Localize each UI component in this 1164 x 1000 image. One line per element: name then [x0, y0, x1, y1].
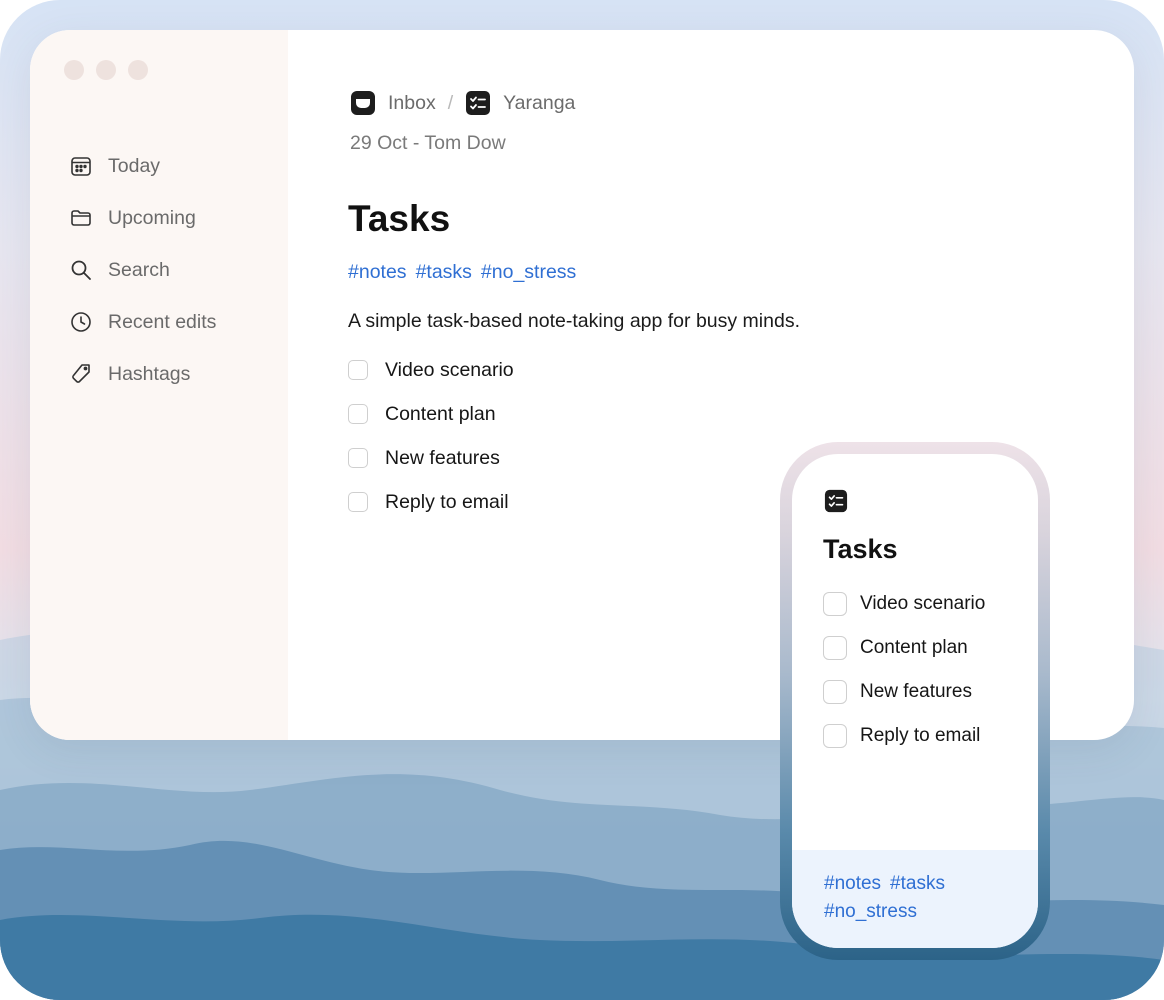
hashtag-list: #notes #tasks #no_stress — [348, 261, 576, 284]
folder-icon — [68, 205, 94, 231]
mobile-hashtag-footer: #notes #tasks #no_stress — [792, 850, 1038, 948]
sidebar-item-label: Recent edits — [108, 310, 217, 333]
sidebar-item-label: Upcoming — [108, 206, 196, 229]
sidebar-item-recent-edits[interactable]: Recent edits — [68, 296, 216, 348]
task-checkbox[interactable] — [348, 448, 368, 468]
task-checkbox[interactable] — [348, 404, 368, 424]
task-label[interactable]: Content plan — [385, 403, 496, 426]
hashtag[interactable]: #no_stress — [481, 261, 576, 284]
mobile-task-label[interactable]: New features — [860, 681, 972, 703]
mobile-task-checkbox[interactable] — [823, 680, 847, 704]
sidebar: Today Upcoming Search Recent edits Hasht… — [30, 30, 288, 740]
breadcrumb-separator: / — [447, 91, 454, 114]
sidebar-item-hashtags[interactable]: Hashtags — [68, 348, 216, 400]
mobile-task-item: Reply to email — [823, 714, 985, 758]
breadcrumb-project-label: Yaranga — [503, 91, 576, 114]
checklist-icon — [466, 91, 491, 115]
mobile-task-item: Video scenario — [823, 582, 985, 626]
hashtag[interactable]: #no_stress — [824, 901, 917, 922]
note-description[interactable]: A simple task-based note-taking app for … — [348, 310, 800, 333]
mobile-task-label[interactable]: Video scenario — [860, 593, 985, 615]
mobile-task-item: New features — [823, 670, 985, 714]
background-scene: Today Upcoming Search Recent edits Hasht… — [0, 0, 1164, 1000]
breadcrumb: Inbox / Yaranga — [350, 90, 575, 116]
mobile-task-label[interactable]: Content plan — [860, 637, 968, 659]
breadcrumb-inbox-label: Inbox — [388, 91, 436, 114]
task-item: Reply to email — [348, 480, 514, 524]
mobile-preview: Tasks Video scenario Content plan New fe… — [780, 442, 1050, 960]
hashtag[interactable]: #tasks — [416, 261, 472, 284]
window-controls — [64, 60, 148, 80]
task-item: New features — [348, 436, 514, 480]
breadcrumb-project[interactable]: Yaranga — [465, 90, 575, 116]
calendar-icon — [68, 153, 94, 179]
checklist-icon — [824, 489, 848, 513]
sidebar-item-label: Hashtags — [108, 362, 191, 385]
task-list: Video scenario Content plan New features… — [348, 348, 514, 524]
mobile-task-checkbox[interactable] — [823, 592, 847, 616]
mobile-hashtag-list: #notes #tasks #no_stress — [824, 870, 1014, 926]
task-label[interactable]: Reply to email — [385, 491, 509, 514]
window-close-dot[interactable] — [64, 60, 84, 80]
task-checkbox[interactable] — [348, 360, 368, 380]
hashtag[interactable]: #notes — [348, 261, 407, 284]
tag-icon — [68, 361, 94, 387]
search-icon — [68, 257, 94, 283]
sidebar-item-today[interactable]: Today — [68, 140, 216, 192]
window-minimize-dot[interactable] — [96, 60, 116, 80]
clock-icon — [68, 309, 94, 335]
mobile-task-list: Video scenario Content plan New features… — [823, 582, 985, 758]
mobile-title[interactable]: Tasks — [823, 534, 898, 565]
mobile-task-item: Content plan — [823, 626, 985, 670]
page-title[interactable]: Tasks — [348, 198, 450, 240]
task-item: Video scenario — [348, 348, 514, 392]
mobile-task-label[interactable]: Reply to email — [860, 725, 980, 747]
hashtag[interactable]: #tasks — [890, 873, 945, 894]
sidebar-item-label: Today — [108, 154, 161, 177]
mobile-task-checkbox[interactable] — [823, 636, 847, 660]
window-maximize-dot[interactable] — [128, 60, 148, 80]
mobile-screen: Tasks Video scenario Content plan New fe… — [792, 454, 1038, 948]
task-label[interactable]: Video scenario — [385, 359, 514, 382]
inbox-icon — [351, 91, 375, 115]
hashtag[interactable]: #notes — [824, 873, 881, 894]
sidebar-item-upcoming[interactable]: Upcoming — [68, 192, 216, 244]
mobile-task-checkbox[interactable] — [823, 724, 847, 748]
note-meta: 29 Oct - Tom Dow — [350, 132, 506, 154]
task-item: Content plan — [348, 392, 514, 436]
task-checkbox[interactable] — [348, 492, 368, 512]
breadcrumb-inbox[interactable]: Inbox — [350, 90, 436, 116]
sidebar-item-label: Search — [108, 258, 170, 281]
sidebar-nav: Today Upcoming Search Recent edits Hasht… — [68, 140, 216, 400]
sidebar-item-search[interactable]: Search — [68, 244, 216, 296]
task-label[interactable]: New features — [385, 447, 500, 470]
